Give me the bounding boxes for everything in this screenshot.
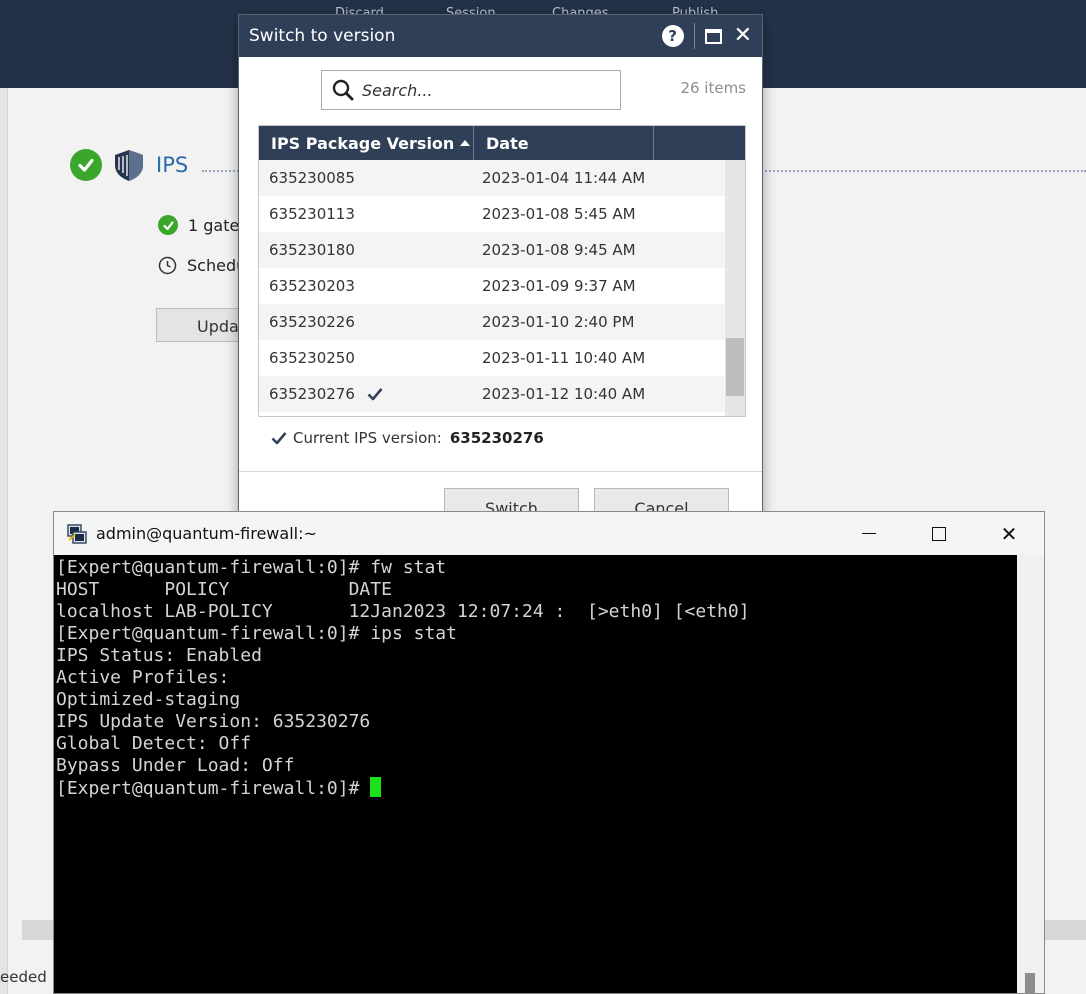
- terminal-line: Optimized-staging: [56, 689, 241, 710]
- current-version-info: Current IPS version: 635230276: [271, 429, 544, 447]
- terminal-line: [Expert@quantum-firewall:0]# ips stat: [56, 623, 457, 644]
- versions-table: IPS Package Version Date 635230085 2023-…: [258, 125, 746, 417]
- current-version-label: Current IPS version:: [293, 429, 442, 447]
- table-row[interactable]: 635230085 2023-01-04 11:44 AM: [259, 160, 727, 196]
- ips-section-header: IPS: [70, 148, 188, 182]
- date-cell: 2023-01-12 10:40 AM: [482, 385, 646, 403]
- search-icon: [332, 79, 354, 101]
- search-input[interactable]: [362, 80, 602, 100]
- date-cell: 2023-01-08 5:45 AM: [482, 205, 636, 223]
- terminal-line: Bypass Under Load: Off: [56, 755, 295, 776]
- table-row-current[interactable]: 635230276 2023-01-12 10:40 AM: [259, 376, 727, 412]
- left-panel-edge: [0, 88, 8, 994]
- terminal-line: IPS Status: Enabled: [56, 645, 262, 666]
- version-cell: 635230203: [269, 277, 355, 295]
- maximize-icon: [932, 526, 946, 541]
- terminal-output[interactable]: [Expert@quantum-firewall:0]# fw stat HOS…: [54, 555, 1044, 993]
- minimize-button[interactable]: [834, 512, 904, 555]
- column-header-date[interactable]: Date: [474, 126, 654, 160]
- maximize-icon[interactable]: [704, 28, 722, 44]
- dialog-title: Switch to version: [249, 26, 396, 46]
- status-text: eeded: [0, 968, 47, 986]
- success-check-icon: [70, 149, 102, 181]
- ips-title[interactable]: IPS: [156, 153, 188, 177]
- version-cell: 635230113: [269, 205, 355, 223]
- date-cell: 2023-01-10 2:40 PM: [482, 313, 635, 331]
- version-cell: 635230180: [269, 241, 355, 259]
- clock-icon: [158, 256, 177, 275]
- schedule-status: Schedu: [158, 256, 246, 275]
- table-row[interactable]: 635230203 2023-01-09 9:37 AM: [259, 268, 727, 304]
- dialog-titlebar[interactable]: Switch to version ? ✕: [239, 15, 762, 57]
- items-count: 26 items: [680, 79, 746, 97]
- terminal-titlebar[interactable]: admin@quantum-firewall:~ ✕: [54, 512, 1044, 555]
- search-box[interactable]: [321, 70, 621, 110]
- maximize-button[interactable]: [904, 512, 974, 555]
- date-cell: 2023-01-11 10:40 AM: [482, 349, 646, 367]
- terminal-cursor: [370, 777, 382, 797]
- version-cell: 635230276: [269, 385, 355, 403]
- terminal-line: IPS Update Version: 635230276: [56, 711, 371, 732]
- terminal-line: HOST POLICY DATE: [56, 579, 392, 600]
- minimize-icon: [862, 533, 876, 534]
- success-check-icon: [158, 215, 178, 235]
- terminal-scrollbar[interactable]: [1017, 555, 1044, 993]
- column-header-version[interactable]: IPS Package Version: [259, 126, 474, 160]
- table-body: 635230085 2023-01-04 11:44 AM 635230113 …: [259, 160, 745, 416]
- check-icon: [271, 432, 287, 445]
- close-button[interactable]: ✕: [974, 512, 1044, 555]
- terminal-line: Global Detect: Off: [56, 733, 252, 754]
- scrollbar-thumb[interactable]: [1025, 973, 1035, 993]
- column-header-filler: [654, 126, 745, 160]
- table-row[interactable]: 635230180 2023-01-08 9:45 AM: [259, 232, 727, 268]
- switch-version-dialog: Switch to version ? ✕ 26 items IPS Packa…: [238, 14, 763, 545]
- terminal-line: [Expert@quantum-firewall:0]# fw stat: [56, 557, 447, 578]
- current-check-icon: [367, 388, 383, 401]
- table-row[interactable]: 635230113 2023-01-08 5:45 AM: [259, 196, 727, 232]
- help-icon[interactable]: ?: [661, 25, 684, 47]
- sort-ascending-icon: [460, 140, 471, 146]
- terminal-prompt: [Expert@quantum-firewall:0]#: [56, 778, 371, 799]
- terminal-window: admin@quantum-firewall:~ ✕ [Expert@quant…: [53, 511, 1045, 994]
- date-cell: 2023-01-09 9:37 AM: [482, 277, 636, 295]
- ips-shield-icon: [115, 150, 143, 181]
- current-version-value: 635230276: [449, 429, 544, 447]
- titlebar-separator: [693, 23, 695, 49]
- close-icon[interactable]: ✕: [734, 25, 752, 47]
- scrollbar-thumb[interactable]: [726, 338, 744, 396]
- date-cell: 2023-01-04 11:44 AM: [482, 169, 646, 187]
- putty-terminal-icon: [67, 523, 87, 544]
- terminal-line: localhost LAB-POLICY 12Jan2023 12:07:24 …: [56, 601, 750, 622]
- terminal-title: admin@quantum-firewall:~: [96, 524, 317, 543]
- table-row[interactable]: 635230226 2023-01-10 2:40 PM: [259, 304, 727, 340]
- table-scrollbar[interactable]: [725, 160, 745, 416]
- close-icon: ✕: [1000, 521, 1018, 546]
- version-cell: 635230250: [269, 349, 355, 367]
- table-header: IPS Package Version Date: [259, 126, 745, 160]
- version-cell: 635230226: [269, 313, 355, 331]
- date-cell: 2023-01-08 9:45 AM: [482, 241, 636, 259]
- terminal-line: Active Profiles:: [56, 667, 230, 688]
- table-row[interactable]: 635230250 2023-01-11 10:40 AM: [259, 340, 727, 376]
- version-cell: 635230085: [269, 169, 355, 187]
